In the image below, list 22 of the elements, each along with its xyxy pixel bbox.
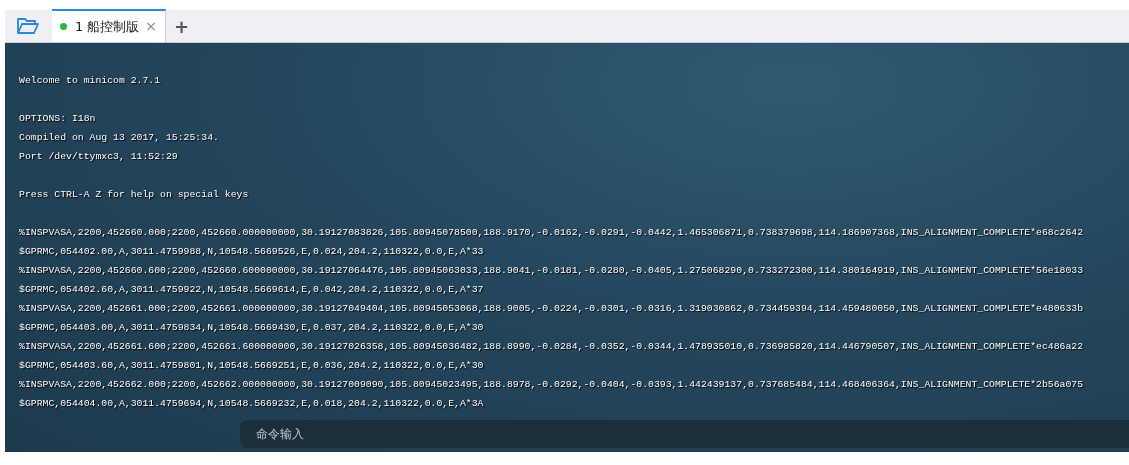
terminal-line: Welcome to minicom 2.7.1 bbox=[19, 74, 162, 88]
terminal-line: %INSPVASA,2200,452661.600;2200,452661.600000000,30.19127026358,105.80945036482,188.8990,-0.0284,-0.0352,-0.0344,1.478935010,0.736985820,114.446790507,INS_ALIGNMENT_COMPLETE*ec486a22 bbox=[19, 340, 1085, 354]
terminal-line: $GPRMC,054402.00,A,3011.4759988,N,10548.5669526,E,0.024,204.2,110322,0.0,E,A*33 bbox=[19, 245, 485, 259]
new-tab-button[interactable]: + bbox=[166, 12, 198, 40]
terminal-line: %INSPVASA,2200,452660.000;2200,452660.000000000,30.19127083826,105.80945078500,188.9170,-0.0162,-0.0291,-0.0442,1.465306871,0.738379698,114.186907368,INS_ALIGNMENT_COMPLETE*e68c2642 bbox=[19, 226, 1085, 240]
close-icon[interactable]: × bbox=[145, 16, 157, 37]
terminal-line: $GPRMC,054402.60,A,3011.4759922,N,10548.5669614,E,0.042,204.2,110322,0.0,E,A*37 bbox=[19, 283, 485, 297]
terminal-line: $GPRMC,054403.60,A,3011.4759801,N,10548.5669251,E,0.036,204.2,110322,0.0,E,A*30 bbox=[19, 359, 485, 373]
terminal-line: %INSPVASA,2200,452662.000;2200,452662.000000000,30.19127009090,105.80945023495,188.8978,-0.0292,-0.0404,-0.0393,1.442439137,0.737685484,114.468406364,INS_ALIGNMENT_COMPLETE*2b56a075 bbox=[19, 378, 1085, 392]
tab-number: 1 bbox=[75, 17, 84, 36]
folder-icon[interactable] bbox=[17, 17, 39, 35]
terminal-line: %INSPVASA,2200,452661.000;2200,452661.000000000,30.19127049404,105.80945053068,188.9005,-0.0224,-0.0301,-0.0316,1.319030862,0.734459394,114.459480050,INS_ALIGNMENT_COMPLETE*e480633b bbox=[19, 302, 1085, 316]
terminal-line: OPTIONS: I18n bbox=[19, 112, 97, 126]
terminal-line: Compiled on Aug 13 2017, 15:25:34. bbox=[19, 131, 220, 145]
terminal-line: Port /dev/ttymxc3, 11:52:29 bbox=[19, 150, 179, 164]
tab-title: 船控制版 bbox=[87, 17, 141, 36]
terminal-line: $GPRMC,054403.00,A,3011.4759834,N,10548.5669430,E,0.037,204.2,110322,0.0,E,A*30 bbox=[19, 321, 485, 335]
session-tab[interactable]: 1 船控制版 × bbox=[52, 9, 166, 42]
command-input[interactable]: 命令输入 bbox=[240, 420, 1129, 448]
terminal-line: Press CTRL-A Z for help on special keys bbox=[19, 188, 250, 202]
terminal-line: %INSPVASA,2200,452660.600;2200,452660.600000000,30.19127064476,105.80945063033,188.9041,-0.0181,-0.0280,-0.0405,1.275068290,0.733272300,114.380164919,INS_ALIGNMENT_COMPLETE*56e18033 bbox=[19, 264, 1085, 278]
terminal-line: $GPRMC,054404.00,A,3011.4759694,N,10548.5669232,E,0.018,204.2,110322,0.0,E,A*3A bbox=[19, 397, 485, 411]
